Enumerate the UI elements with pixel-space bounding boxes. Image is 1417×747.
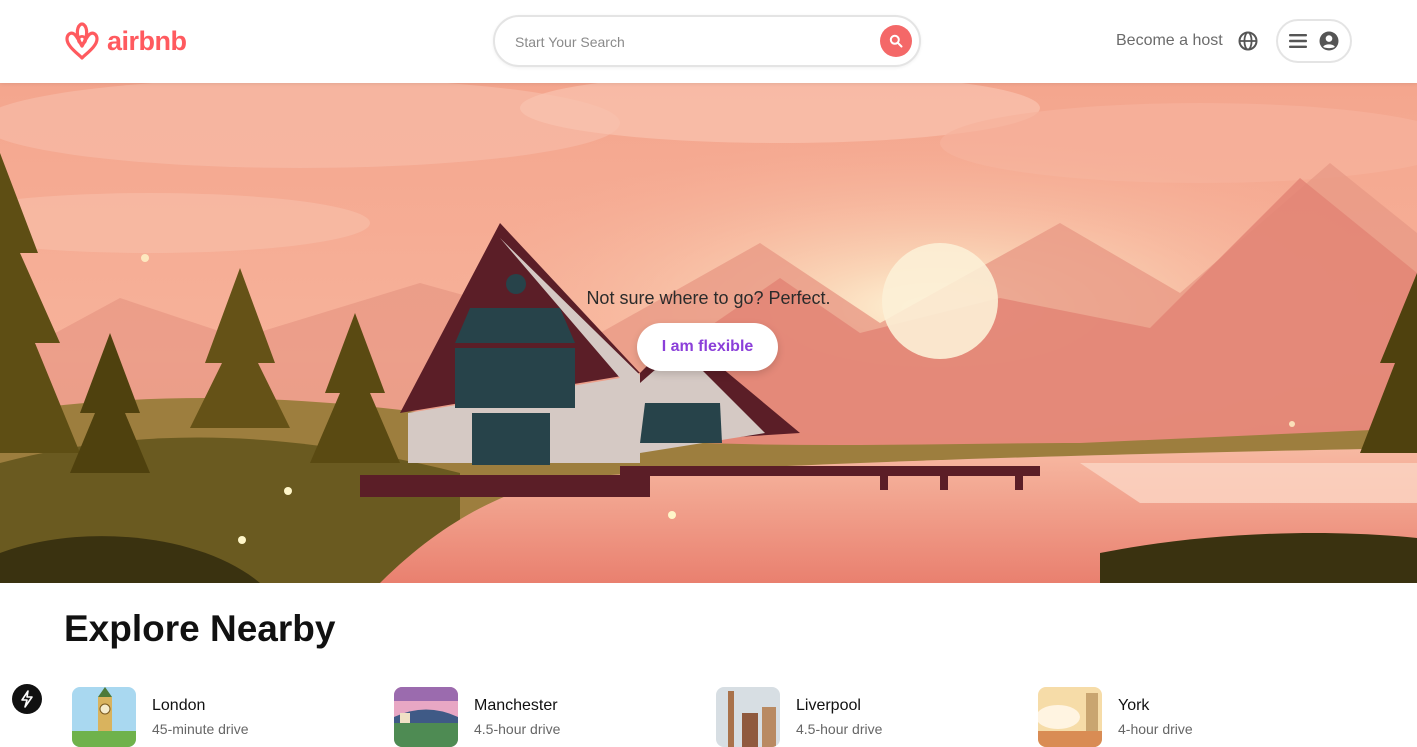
search-bar[interactable] bbox=[493, 15, 921, 67]
location-distance: 45-minute drive bbox=[152, 721, 249, 737]
airbnb-logo-icon bbox=[65, 22, 99, 60]
hamburger-menu-icon bbox=[1289, 34, 1307, 48]
top-navbar: airbnb Become a host bbox=[0, 0, 1417, 83]
hero-tagline: Not sure where to go? Perfect. bbox=[586, 288, 831, 308]
become-a-host-link[interactable]: Become a host bbox=[1116, 32, 1223, 50]
airbnb-logo[interactable]: airbnb bbox=[63, 20, 187, 62]
floating-lightning-button[interactable] bbox=[12, 684, 42, 714]
lightning-bolt-icon bbox=[21, 690, 33, 708]
explore-nearby-list: London 45-minute drive Manchester 4.5-ho… bbox=[72, 687, 1372, 747]
location-distance: 4.5-hour drive bbox=[796, 721, 883, 737]
logo-text: airbnb bbox=[107, 25, 187, 56]
location-card-london[interactable]: London 45-minute drive bbox=[72, 687, 249, 747]
location-thumbnail bbox=[1038, 687, 1102, 747]
user-circle-icon bbox=[1319, 31, 1339, 51]
location-name: Liverpool bbox=[796, 697, 861, 714]
location-card-york[interactable]: York 4-hour drive bbox=[1038, 687, 1193, 747]
location-thumbnail bbox=[716, 687, 780, 747]
globe-icon bbox=[1238, 31, 1258, 51]
location-thumbnail bbox=[394, 687, 458, 747]
search-icon bbox=[889, 34, 903, 48]
search-button[interactable] bbox=[880, 25, 912, 57]
location-name: Manchester bbox=[474, 697, 558, 714]
location-card-liverpool[interactable]: Liverpool 4.5-hour drive bbox=[716, 687, 882, 747]
explore-nearby-heading: Explore Nearby bbox=[64, 608, 336, 649]
hero-banner: Not sure where to go? Perfect. I am flex… bbox=[0, 83, 1417, 583]
language-button[interactable] bbox=[1237, 30, 1259, 57]
location-distance: 4.5-hour drive bbox=[474, 721, 561, 737]
location-distance: 4-hour drive bbox=[1118, 721, 1193, 737]
i-am-flexible-button[interactable]: I am flexible bbox=[637, 323, 778, 371]
location-name: London bbox=[152, 697, 206, 714]
location-thumbnail bbox=[72, 687, 136, 747]
location-card-manchester[interactable]: Manchester 4.5-hour drive bbox=[394, 687, 560, 747]
search-input[interactable] bbox=[515, 30, 855, 54]
location-name: York bbox=[1118, 697, 1150, 714]
user-menu-button[interactable] bbox=[1276, 19, 1352, 63]
